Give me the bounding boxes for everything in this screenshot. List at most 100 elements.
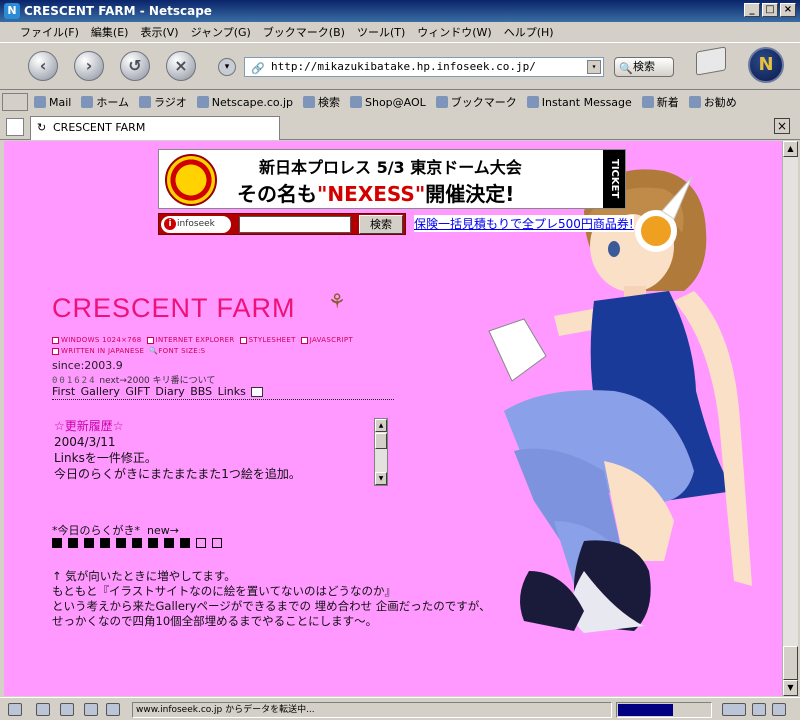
bookmark-shop[interactable]: Shop@AOL — [350, 96, 426, 109]
close-tab-button[interactable]: × — [774, 118, 790, 134]
spec-line-2: WRITTEN IN JAPANESE 🔍FONT SIZE:S — [52, 347, 205, 355]
update-history: ☆更新履歴☆ 2004/3/11 Linksを一件修正。 今日のらくがきにまたま… — [54, 418, 372, 486]
rakugaki-square-filled[interactable] — [52, 538, 62, 548]
new-tab-icon[interactable] — [6, 118, 24, 136]
status-text: www.infoseek.co.jp からデータを転送中... — [132, 702, 612, 718]
tab-crescent-farm[interactable]: ↻ CRESCENT FARM — [30, 116, 280, 140]
tab-strip: ↻ CRESCENT FARM × — [0, 114, 800, 140]
connection-icon — [722, 703, 746, 716]
banner-line2: その名も"NEXESS"開催決定! — [237, 182, 515, 206]
page-icon: 🔗 — [251, 62, 265, 75]
popup-icon — [772, 703, 786, 716]
menu-file[interactable]: ファイル(F) — [20, 24, 79, 40]
spec-line-1: WINDOWS 1024×768 INTERNET EXPLORER STYLE… — [52, 336, 353, 344]
lock-icon — [752, 703, 766, 716]
rakugaki-new-link[interactable]: new→ — [147, 524, 179, 537]
rakugaki-square-filled[interactable] — [132, 538, 142, 548]
page-scrollbar[interactable]: ▲ ▼ — [782, 141, 798, 696]
folder-icon — [435, 96, 448, 108]
scroll-up-icon[interactable]: ▲ — [783, 141, 798, 157]
bookmark-new[interactable]: 新着 — [641, 94, 679, 110]
infoseek-i-icon: i — [164, 218, 176, 230]
scroll-down-icon[interactable]: ▼ — [783, 680, 798, 696]
mail-status-icon[interactable] — [36, 703, 50, 716]
insurance-ad-link[interactable]: 保険一括見積もりで全プレ500円商品券! — [414, 215, 634, 232]
menu-bookmarks[interactable]: ブックマーク(B) — [263, 24, 345, 40]
progress-fill — [618, 704, 673, 716]
url-field[interactable]: 🔗 http://mikazukibatake.hp.infoseek.co.j… — [244, 57, 604, 77]
bookmark-netscape[interactable]: Netscape.co.jp — [196, 96, 293, 109]
personal-toolbar: Mail ホーム ラジオ Netscape.co.jp 検索 Shop@AOL … — [0, 90, 800, 114]
address-book-icon[interactable] — [106, 703, 120, 716]
divider — [52, 399, 394, 400]
url-history-dropdown-icon[interactable]: ▾ — [587, 60, 601, 74]
site-nav-links: First Gallery GIFT Diary BBS Links — [52, 385, 264, 398]
reload-button[interactable]: ↺ — [120, 51, 150, 81]
magnifier-icon: 🔍 — [149, 347, 159, 355]
menu-window[interactable]: ウィンドウ(W) — [417, 24, 491, 40]
maximize-button[interactable]: □ — [762, 3, 778, 17]
bookmark-icon — [688, 96, 701, 108]
print-icon[interactable] — [696, 46, 726, 76]
mail-icon[interactable] — [251, 387, 264, 397]
rakugaki-square-filled[interactable] — [116, 538, 126, 548]
bookmark-recommend[interactable]: お勧め — [688, 94, 737, 110]
tab-title: CRESCENT FARM — [53, 121, 146, 134]
bookmark-im[interactable]: Instant Message — [526, 96, 632, 109]
update-heading: ☆更新履歴☆ — [54, 419, 124, 433]
menu-view[interactable]: 表示(V) — [140, 24, 178, 40]
minimize-button[interactable]: _ — [744, 3, 760, 17]
scroll-up-icon[interactable]: ▲ — [375, 419, 387, 432]
dropdown-icon[interactable]: ▾ — [218, 58, 236, 76]
window-title: CRESCENT FARM - Netscape — [24, 4, 212, 18]
rakugaki-square-filled[interactable] — [68, 538, 78, 548]
bookmark-home[interactable]: ホーム — [81, 94, 129, 110]
aim-icon[interactable] — [60, 703, 74, 716]
banner-ad[interactable]: 新日本プロレス 5/3 東京ドーム大会 その名も"NEXESS"開催決定! TI… — [158, 149, 626, 209]
menu-help[interactable]: ヘルプ(H) — [504, 24, 554, 40]
rakugaki-square-filled[interactable] — [84, 538, 94, 548]
infoseek-search-button[interactable]: 検索 — [359, 215, 403, 234]
rakugaki-square-filled[interactable] — [180, 538, 190, 548]
infoseek-logo[interactable]: i infoseek — [161, 216, 231, 233]
menu-go[interactable]: ジャンプ(G) — [191, 24, 251, 40]
forward-button[interactable]: › — [74, 51, 104, 81]
scroll-thumb[interactable] — [783, 646, 798, 680]
mail-icon — [34, 96, 46, 108]
security-icon[interactable] — [8, 703, 22, 716]
home-icon — [81, 96, 94, 108]
infoseek-search-input[interactable] — [239, 216, 351, 233]
update-line-1: Linksを一件修正。 — [54, 451, 157, 465]
search-button[interactable]: 🔍 検索 — [614, 57, 674, 77]
status-bar: www.infoseek.co.jp からデータを転送中... — [0, 697, 800, 720]
bookmark-mail[interactable]: Mail — [34, 96, 71, 109]
page-content: 新日本プロレス 5/3 東京ドーム大会 その名も"NEXESS"開催決定! TI… — [4, 141, 782, 696]
radio-icon — [139, 96, 152, 108]
home-tab-icon[interactable] — [2, 93, 28, 111]
rakugaki-squares — [52, 538, 228, 551]
back-button[interactable]: ‹ — [28, 51, 58, 81]
rakugaki-square-filled[interactable] — [100, 538, 110, 548]
composer-icon[interactable] — [84, 703, 98, 716]
rakugaki-square-empty — [212, 538, 222, 548]
bookmark-radio[interactable]: ラジオ — [139, 94, 187, 110]
rakugaki-heading: *今日のらくがき* new→ — [52, 524, 179, 537]
update-line-2: 今日のらくがきにまたまたまた1つ絵を追加。 — [54, 467, 301, 481]
scroll-thumb[interactable] — [375, 433, 387, 449]
bookmark-search[interactable]: 検索 — [303, 94, 340, 110]
site-nav-text[interactable]: First Gallery GIFT Diary BBS Links — [52, 385, 246, 398]
close-window-button[interactable]: × — [780, 3, 796, 17]
update-scrollbar[interactable]: ▲ ▼ — [374, 418, 388, 486]
bookmark-folder[interactable]: ブックマーク — [435, 94, 517, 110]
rakugaki-square-filled[interactable] — [148, 538, 158, 548]
menu-edit[interactable]: 編集(E) — [91, 24, 129, 40]
scroll-down-icon[interactable]: ▼ — [375, 472, 387, 485]
netscape-logo-icon[interactable]: N — [748, 47, 784, 83]
stop-button[interactable]: × — [166, 51, 196, 81]
shop-icon — [350, 96, 362, 108]
plant-icon: ⚘ — [328, 289, 346, 313]
menu-tools[interactable]: ツール(T) — [357, 24, 405, 40]
since-date: since:2003.9 — [52, 359, 123, 372]
bookmark-icon — [526, 96, 539, 108]
rakugaki-square-filled[interactable] — [164, 538, 174, 548]
